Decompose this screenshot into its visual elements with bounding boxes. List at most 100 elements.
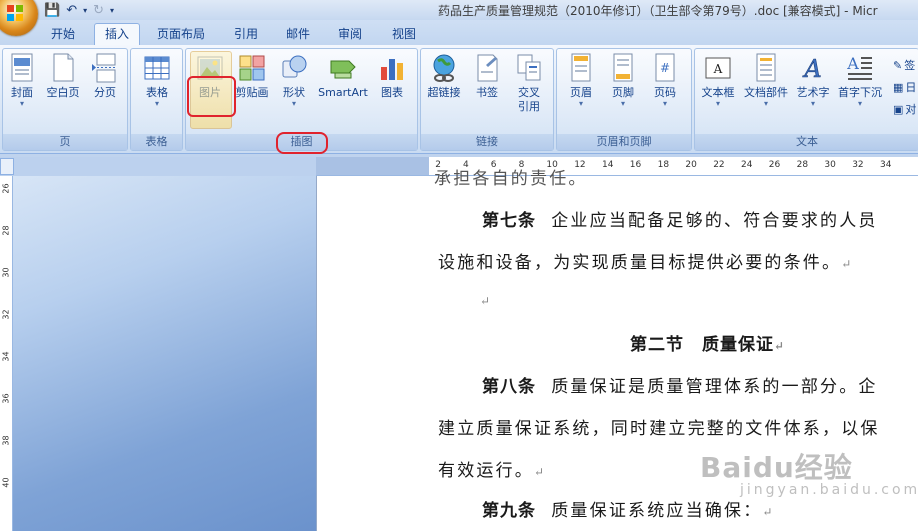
tab-page-layout[interactable]: 页面布局	[148, 24, 214, 45]
svg-text:A: A	[713, 62, 723, 76]
bookmark-icon	[477, 54, 498, 82]
tab-view[interactable]: 视图	[382, 24, 426, 45]
article-8-line-3: 有效运行。↵	[438, 461, 547, 481]
quick-parts-button[interactable]: 文档部件 ▾	[741, 53, 791, 108]
svg-text:A: A	[802, 55, 821, 83]
ruler-number: 34	[1, 351, 11, 362]
tab-references[interactable]: 引用	[224, 24, 268, 45]
window-title: 药品生产质量管理规范（2010年修订）（卫生部令第79号）.doc [兼容模式]…	[438, 4, 878, 18]
tab-review[interactable]: 审阅	[328, 24, 372, 45]
ruler-number: 28	[1, 225, 11, 236]
header-button[interactable]: 页眉 ▾	[561, 53, 601, 108]
article-8-line-2: 建立质量保证系统，同时建立完整的文件体系，以保	[438, 419, 880, 439]
article-7-line-1: 第七条 企业应当配备足够的、符合要求的人员	[482, 211, 878, 231]
page-break-button[interactable]: 分页	[87, 53, 123, 100]
dropdown-arrow-icon: ▾	[857, 99, 862, 108]
partial-line: 承担各自的责任。	[434, 169, 588, 189]
document-background	[13, 176, 316, 531]
wordart-icon: A	[802, 55, 822, 83]
article-8-title: 第八条	[482, 377, 536, 397]
redo-icon[interactable]: ↻	[93, 3, 104, 18]
ruler-number: 18	[657, 160, 670, 170]
page-break-icon	[92, 53, 117, 83]
ruler-number: 26	[768, 160, 781, 170]
chart-icon	[381, 59, 403, 80]
save-icon[interactable]: 💾	[44, 3, 60, 18]
dropdown-arrow-icon: ▾	[810, 99, 815, 108]
hyperlink-button[interactable]: 超链接	[423, 53, 465, 100]
ribbon-tabs: 开始 插入 页面布局 引用 邮件 审阅 视图	[0, 20, 918, 45]
ruler-number: 20	[685, 160, 697, 170]
bookmark-button[interactable]: 书签	[467, 53, 507, 100]
ruler-number: 32	[852, 160, 864, 170]
dropdown-arrow-icon: ▾	[715, 99, 720, 108]
ruler-number: 16	[629, 160, 642, 170]
title-bar: 💾 ↶ ▾ ↻ ▾ 药品生产质量管理规范（2010年修订）（卫生部令第79号）.…	[0, 0, 918, 20]
tab-home[interactable]: 开始	[40, 24, 86, 45]
shapes-icon	[282, 55, 307, 78]
dropdown-arrow-icon: ▾	[620, 99, 625, 108]
header-icon	[571, 53, 591, 82]
undo-icon[interactable]: ↶	[66, 3, 77, 18]
ruler-number: 36	[1, 393, 11, 404]
article-9-line-1: 第九条 质量保证系统应当确保：↵	[482, 501, 775, 521]
signature-line-button[interactable]: ✎ 签	[893, 57, 915, 73]
annotation-circle-illustrations	[276, 132, 328, 154]
group-links: 超链接 书签 交叉 引用 链接	[420, 48, 554, 151]
blank-page-button[interactable]: 空白页	[41, 53, 85, 100]
tab-stop-selector[interactable]	[0, 158, 14, 175]
ruler-number: 14	[602, 160, 614, 170]
article-9-title: 第九条	[482, 501, 536, 521]
ruler-number: 28	[796, 160, 809, 170]
dropdown-arrow-icon: ▾	[291, 99, 296, 108]
text-box-button[interactable]: A 文本框 ▾	[697, 53, 739, 108]
clip-art-icon	[239, 55, 265, 81]
dropdown-arrow-icon: ▾	[19, 99, 24, 108]
date-time-button[interactable]: ▦ 日	[893, 79, 916, 95]
undo-dropdown-icon[interactable]: ▾	[83, 6, 87, 15]
drop-cap-button[interactable]: A 首字下沉 ▾	[835, 53, 885, 108]
clip-art-button[interactable]: 剪贴画	[232, 53, 272, 100]
quick-access-toolbar: 💾 ↶ ▾ ↻ ▾	[44, 1, 114, 19]
annotation-circle-picture	[187, 76, 236, 117]
tab-mailings[interactable]: 邮件	[276, 24, 320, 45]
blank-page-icon	[53, 53, 74, 82]
ruler-number: 34	[880, 160, 892, 170]
group-text: A 文本框 ▾ 文档部件 ▾ A 艺术字 ▾ A 首字下沉 ▾ ✎ 签 ▦ 日 …	[694, 48, 918, 151]
ruler-number: 22	[713, 160, 725, 170]
tab-insert[interactable]: 插入	[94, 23, 140, 45]
chart-button[interactable]: 图表	[372, 53, 412, 100]
ribbon: 封面 ▾ 空白页 分页 页 表格 ▾ 表格 剪贴画 形状 ▾ SmartArt …	[0, 45, 918, 154]
group-pages: 封面 ▾ 空白页 分页 页	[2, 48, 128, 151]
ruler-number: 30	[1, 267, 11, 278]
svg-text:#: #	[660, 61, 670, 75]
wordart-button[interactable]: A 艺术字 ▾	[793, 53, 833, 108]
footer-button[interactable]: 页脚 ▾	[603, 53, 643, 108]
section-2-heading: 第二节 质量保证↵	[630, 335, 786, 355]
cover-page-button[interactable]: 封面 ▾	[5, 53, 39, 108]
object-button[interactable]: ▣ 对	[893, 101, 916, 117]
ruler-number: 38	[1, 435, 11, 446]
cover-page-icon	[11, 53, 33, 82]
dropdown-arrow-icon: ▾	[662, 99, 667, 108]
quick-parts-icon	[756, 53, 776, 82]
cross-reference-button[interactable]: 交叉 引用	[509, 53, 549, 114]
table-button[interactable]: 表格 ▾	[137, 53, 177, 108]
object-icon: ▣	[893, 102, 904, 116]
ruler-margin-left	[316, 157, 429, 175]
customize-qat-icon[interactable]: ▾	[110, 6, 114, 15]
cross-reference-icon	[517, 54, 541, 81]
ruler-strip	[0, 157, 316, 176]
page-number-button[interactable]: # 页码 ▾	[645, 53, 685, 108]
shapes-button[interactable]: 形状 ▾	[274, 53, 314, 108]
drop-cap-icon: A	[846, 54, 872, 80]
dropdown-arrow-icon: ▾	[154, 99, 159, 108]
svg-text:A: A	[846, 54, 859, 73]
ruler-number: 30	[824, 160, 836, 170]
footer-icon	[613, 53, 633, 82]
ruler-number: 32	[1, 309, 11, 320]
smartart-button[interactable]: SmartArt	[314, 53, 372, 100]
group-header-footer: 页眉 ▾ 页脚 ▾ # 页码 ▾ 页眉和页脚	[556, 48, 692, 151]
empty-paragraph: ↵	[480, 294, 493, 308]
calendar-icon: ▦	[893, 80, 904, 94]
